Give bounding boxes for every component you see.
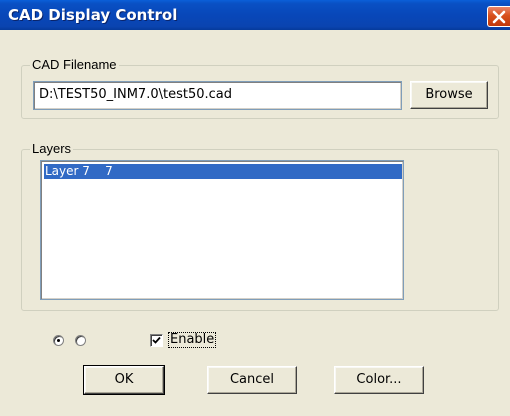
radio-option-2[interactable]	[75, 335, 86, 346]
window-title: CAD Display Control	[8, 6, 178, 24]
cancel-button[interactable]: Cancel	[207, 366, 297, 394]
filename-group-label: CAD Filename	[30, 57, 119, 73]
layer-list-item[interactable]: Layer 7 7	[44, 164, 402, 179]
title-bar[interactable]: CAD Display Control	[0, 0, 510, 30]
ok-button[interactable]: OK	[83, 365, 165, 395]
close-button[interactable]	[487, 6, 510, 27]
enable-checkbox-label[interactable]: Enable	[168, 332, 217, 348]
radio-option-1[interactable]	[53, 335, 64, 346]
color-button[interactable]: Color...	[334, 366, 424, 394]
layers-listbox[interactable]: Layer 7 7	[40, 160, 404, 300]
layers-group-label: Layers	[30, 141, 74, 157]
enable-checkbox[interactable]	[150, 334, 163, 347]
cad-filename-input[interactable]: D:\TEST50_INM7.0\test50.cad	[33, 81, 402, 110]
cad-display-control-dialog: CAD Display Control CAD Filename D:\TEST…	[0, 0, 510, 416]
browse-button[interactable]: Browse	[410, 81, 488, 109]
